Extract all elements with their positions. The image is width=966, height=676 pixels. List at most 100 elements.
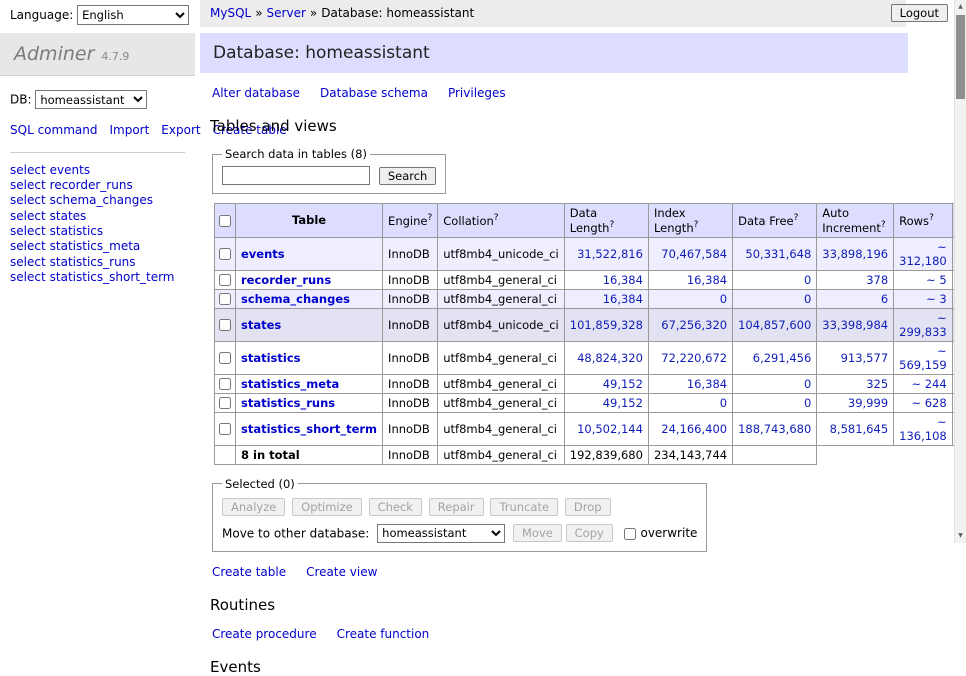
auto-increment-link[interactable]: 39,999 — [848, 396, 888, 410]
scrollbar-thumb[interactable] — [956, 15, 965, 99]
drop-button[interactable]: Drop — [565, 498, 611, 516]
data-free-link[interactable]: 0 — [804, 396, 811, 410]
data-length-link[interactable]: 49,152 — [603, 396, 643, 410]
export-link[interactable]: Export — [161, 123, 200, 137]
index-length-link[interactable]: 16,384 — [687, 377, 727, 391]
rows-link[interactable]: ~ 244 — [911, 377, 946, 391]
rows-link[interactable]: ~ 628 — [911, 396, 946, 410]
data-free-link[interactable]: 188,743,680 — [738, 422, 811, 436]
index-length-link[interactable]: 0 — [720, 396, 727, 410]
search-input[interactable] — [222, 166, 370, 185]
table-link[interactable]: events — [241, 247, 285, 261]
create-procedure-link[interactable]: Create procedure — [212, 627, 317, 641]
rows-link[interactable]: ~ 299,833 — [899, 311, 947, 339]
help-mark[interactable]: ? — [494, 213, 499, 223]
auto-increment-link[interactable]: 325 — [866, 377, 888, 391]
table-name-link[interactable]: recorder_runs — [50, 178, 133, 192]
help-mark[interactable]: ? — [929, 213, 934, 223]
row-checkbox[interactable] — [219, 423, 231, 435]
auto-increment-link[interactable]: 8,581,645 — [830, 422, 889, 436]
select-all-checkbox[interactable] — [219, 215, 231, 227]
table-link[interactable]: statistics — [241, 351, 301, 365]
data-length-link[interactable]: 48,824,320 — [577, 351, 643, 365]
copy-button[interactable]: Copy — [566, 524, 613, 542]
index-length-link[interactable]: 24,166,400 — [661, 422, 727, 436]
row-checkbox[interactable] — [219, 378, 231, 390]
import-link[interactable]: Import — [109, 123, 149, 137]
select-link[interactable]: select — [10, 224, 46, 238]
row-checkbox[interactable] — [219, 319, 231, 331]
search-button[interactable]: Search — [379, 167, 437, 185]
select-link[interactable]: select — [10, 178, 46, 192]
help-mark[interactable]: ? — [694, 220, 699, 230]
table-name-link[interactable]: statistics — [50, 224, 104, 238]
index-length-link[interactable]: 72,220,672 — [661, 351, 727, 365]
data-length-link[interactable]: 49,152 — [603, 377, 643, 391]
data-length-link[interactable]: 101,859,328 — [570, 318, 643, 332]
db-select[interactable]: homeassistant — [35, 90, 147, 109]
table-link[interactable]: statistics_meta — [241, 377, 339, 391]
privileges-link[interactable]: Privileges — [448, 86, 506, 100]
select-link[interactable]: select — [10, 193, 46, 207]
create-view-link[interactable]: Create view — [306, 565, 377, 579]
index-length-link[interactable]: 67,256,320 — [661, 318, 727, 332]
table-name-link[interactable]: states — [50, 209, 87, 223]
move-button[interactable]: Move — [513, 524, 562, 542]
data-length-link[interactable]: 16,384 — [603, 292, 643, 306]
table-name-link[interactable]: statistics_short_term — [50, 270, 175, 284]
data-free-link[interactable]: 50,331,648 — [745, 247, 811, 261]
scrollbar[interactable]: ▲ ▼ — [954, 0, 966, 543]
data-free-link[interactable]: 6,291,456 — [753, 351, 812, 365]
table-name-link[interactable]: statistics_runs — [50, 255, 136, 269]
data-free-link[interactable]: 0 — [804, 292, 811, 306]
index-length-link[interactable]: 70,467,584 — [661, 247, 727, 261]
index-length-link[interactable]: 0 — [720, 292, 727, 306]
table-link[interactable]: states — [241, 318, 281, 332]
row-checkbox[interactable] — [219, 397, 231, 409]
rows-link[interactable]: ~ 5 — [926, 273, 947, 287]
breadcrumb-server-link[interactable]: Server — [267, 6, 306, 20]
truncate-button[interactable]: Truncate — [490, 498, 558, 516]
table-name-link[interactable]: statistics_meta — [50, 239, 141, 253]
rows-link[interactable]: ~ 312,180 — [899, 240, 947, 268]
row-checkbox[interactable] — [219, 248, 231, 260]
move-database-select[interactable]: homeassistant — [377, 524, 505, 543]
data-free-link[interactable]: 0 — [804, 273, 811, 287]
help-mark[interactable]: ? — [881, 220, 886, 230]
overwrite-checkbox[interactable] — [624, 528, 636, 540]
select-link[interactable]: select — [10, 209, 46, 223]
help-mark[interactable]: ? — [794, 213, 799, 223]
help-mark[interactable]: ? — [609, 220, 614, 230]
index-length-link[interactable]: 16,384 — [687, 273, 727, 287]
rows-link[interactable]: ~ 136,108 — [899, 415, 947, 443]
table-link[interactable]: recorder_runs — [241, 273, 331, 287]
repair-button[interactable]: Repair — [429, 498, 484, 516]
row-checkbox[interactable] — [219, 293, 231, 305]
table-link[interactable]: statistics_runs — [241, 396, 335, 410]
analyze-button[interactable]: Analyze — [222, 498, 285, 516]
auto-increment-link[interactable]: 33,398,984 — [822, 318, 888, 332]
row-checkbox[interactable] — [219, 274, 231, 286]
auto-increment-link[interactable]: 6 — [881, 292, 888, 306]
data-free-link[interactable]: 0 — [804, 377, 811, 391]
row-checkbox[interactable] — [219, 352, 231, 364]
rows-link[interactable]: ~ 3 — [926, 292, 947, 306]
help-mark[interactable]: ? — [427, 213, 432, 223]
auto-increment-link[interactable]: 378 — [866, 273, 888, 287]
check-button[interactable]: Check — [369, 498, 422, 516]
table-name-link[interactable]: events — [50, 163, 90, 177]
sql-command-link[interactable]: SQL command — [10, 123, 97, 137]
table-link[interactable]: schema_changes — [241, 292, 350, 306]
auto-increment-link[interactable]: 33,898,196 — [822, 247, 888, 261]
scroll-up-icon[interactable]: ▲ — [955, 0, 966, 14]
rows-link[interactable]: ~ 569,159 — [899, 344, 947, 372]
language-select[interactable]: English — [77, 5, 189, 25]
scroll-down-icon[interactable]: ▼ — [955, 529, 966, 543]
table-link[interactable]: statistics_short_term — [241, 422, 377, 436]
data-length-link[interactable]: 31,522,816 — [577, 247, 643, 261]
auto-increment-link[interactable]: 913,577 — [841, 351, 889, 365]
create-table-link[interactable]: Create table — [212, 565, 286, 579]
data-length-link[interactable]: 16,384 — [603, 273, 643, 287]
breadcrumb-mysql-link[interactable]: MySQL — [210, 6, 251, 20]
create-function-link[interactable]: Create function — [337, 627, 430, 641]
